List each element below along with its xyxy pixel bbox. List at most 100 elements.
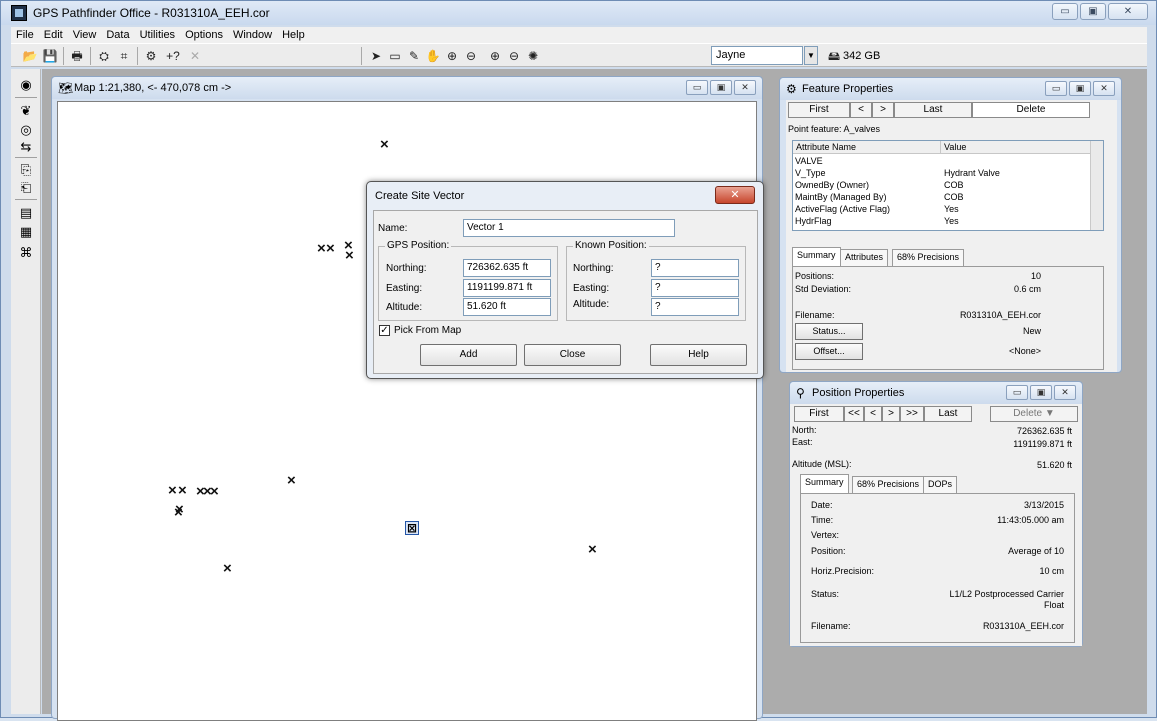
last-button[interactable]: Last	[894, 102, 972, 118]
maximize-button[interactable]: ▣	[1069, 81, 1091, 96]
zoom-extent-icon[interactable]: ⊕	[486, 47, 504, 65]
measure-icon[interactable]: ▭	[386, 47, 404, 65]
menu-edit[interactable]: Edit	[39, 27, 68, 43]
dialog-close-button[interactable]: ✕	[715, 186, 755, 204]
context-help-icon[interactable]: +?	[162, 47, 184, 65]
menu-window[interactable]: Window	[228, 27, 277, 43]
gps-northing-field[interactable]: 726362.635 ft	[463, 259, 551, 277]
maximize-button[interactable]: ▣	[710, 80, 732, 95]
known-easting-field[interactable]: ?	[651, 279, 739, 297]
menu-options[interactable]: Options	[180, 27, 228, 43]
map-feature-marker[interactable]: ×	[223, 561, 232, 576]
differential-icon[interactable]: ❦	[17, 103, 35, 119]
position-label: Position:	[811, 546, 846, 556]
map-feature-marker[interactable]: ×	[178, 483, 187, 498]
chevron-down-icon[interactable]: ▼	[804, 46, 818, 65]
print-icon[interactable]: 🖶	[68, 47, 86, 65]
first-button[interactable]: First	[794, 406, 844, 422]
tab-dops[interactable]: DOPs	[923, 476, 958, 493]
column-header-attribute[interactable]: Attribute Name	[793, 141, 941, 154]
tab-summary[interactable]: Summary	[800, 474, 849, 493]
next-button[interactable]: >	[872, 102, 894, 118]
offset-button[interactable]: Offset...	[795, 343, 863, 360]
last-button[interactable]: Last	[924, 406, 972, 422]
previous-button[interactable]: <	[850, 102, 872, 118]
menu-view[interactable]: View	[68, 27, 102, 43]
column-header-value[interactable]: Value	[941, 141, 1092, 154]
pick-from-map-label: Pick From Map	[394, 325, 462, 336]
open-folder-icon[interactable]: 📂	[21, 47, 39, 65]
zoom-previous-icon[interactable]: ⊖	[505, 47, 523, 65]
maximize-button[interactable]: ▣	[1030, 385, 1052, 400]
close-button[interactable]: ✕	[1108, 3, 1148, 20]
tab-precisions[interactable]: 68% Precisions	[852, 476, 925, 493]
export-icon[interactable]: ⎘	[17, 162, 35, 178]
pencil-icon[interactable]: ✎	[405, 47, 423, 65]
add-button[interactable]: Add	[420, 344, 517, 366]
chevron-down-icon: ▼	[1044, 408, 1055, 419]
properties-icon[interactable]: ▦	[17, 224, 35, 240]
menu-data[interactable]: Data	[101, 27, 134, 43]
data-transfer-icon[interactable]: ⇆	[17, 139, 35, 155]
status-button[interactable]: Status...	[795, 323, 863, 340]
tab-summary[interactable]: Summary	[792, 247, 841, 266]
map-feature-marker[interactable]: ×	[168, 483, 177, 498]
map-feature-marker[interactable]: ×	[317, 241, 326, 256]
pick-from-map-checkbox[interactable]: ✓	[379, 325, 390, 336]
known-altitude-field[interactable]: ?	[651, 298, 739, 316]
next-button[interactable]: >	[882, 406, 900, 422]
map-feature-marker[interactable]: ×	[345, 248, 354, 263]
selected-feature-marker[interactable]: ⊠	[405, 521, 419, 535]
minimize-button[interactable]: ▭	[1045, 81, 1067, 96]
close-button[interactable]: ✕	[734, 80, 756, 95]
user-select[interactable]: Jayne	[711, 46, 803, 65]
close-button[interactable]: ✕	[1054, 385, 1076, 400]
menu-help[interactable]: Help	[277, 27, 310, 43]
close-button[interactable]: ✕	[1093, 81, 1115, 96]
attribute-name: V_Type	[795, 168, 826, 178]
zoom-out-icon[interactable]: ⊖	[462, 47, 480, 65]
map-window-controls: ▭ ▣ ✕	[686, 80, 756, 95]
map-feature-marker[interactable]: ×	[326, 241, 335, 256]
known-northing-field[interactable]: ?	[651, 259, 739, 277]
first-button[interactable]: First	[788, 102, 850, 118]
map-feature-marker[interactable]: ×	[287, 473, 296, 488]
network-icon[interactable]: ⌘	[17, 245, 35, 261]
gps-easting-field[interactable]: 1191199.871 ft	[463, 279, 551, 297]
previous-page-button[interactable]: <<	[844, 406, 864, 422]
feature-icon[interactable]: ⚙	[142, 47, 160, 65]
gps-icon[interactable]: ◉	[17, 77, 35, 93]
save-icon[interactable]: 💾	[41, 47, 59, 65]
zoom-in-icon[interactable]: ⊕	[443, 47, 461, 65]
maximize-button[interactable]: ▣	[1080, 3, 1106, 20]
map-feature-marker[interactable]: ×	[588, 542, 597, 557]
delete-dropdown[interactable]: Delete ▼	[990, 406, 1078, 422]
map-feature-marker[interactable]: ×	[210, 484, 219, 499]
zoom-window-icon[interactable]: ✺	[524, 47, 542, 65]
map-feature-marker[interactable]: ×	[380, 137, 389, 152]
data-dictionary-icon[interactable]: ▤	[17, 205, 35, 221]
menu-file[interactable]: File	[11, 27, 39, 43]
minimize-button[interactable]: ▭	[686, 80, 708, 95]
next-page-button[interactable]: >>	[900, 406, 924, 422]
attribute-scrollbar[interactable]	[1090, 141, 1103, 230]
close-dialog-button[interactable]: Close	[524, 344, 621, 366]
minimize-button[interactable]: ▭	[1006, 385, 1028, 400]
import-icon[interactable]: ⎗	[17, 180, 35, 196]
select-arrow-icon[interactable]: ➤	[367, 47, 385, 65]
tab-attributes[interactable]: Attributes	[840, 249, 889, 266]
delete-button[interactable]: Delete	[972, 102, 1090, 118]
position-properties-icon: ⚲	[796, 386, 805, 400]
layers-icon[interactable]: ⛭	[95, 47, 113, 65]
menu-utilities[interactable]: Utilities	[135, 27, 180, 43]
grid-icon[interactable]: ⌗	[115, 47, 133, 65]
gps-altitude-field[interactable]: 51.620 ft	[463, 298, 551, 316]
help-button[interactable]: Help	[650, 344, 747, 366]
minimize-button[interactable]: ▭	[1052, 3, 1078, 20]
map-feature-marker[interactable]: ×	[175, 502, 184, 517]
previous-button[interactable]: <	[864, 406, 882, 422]
pan-hand-icon[interactable]: ✋	[424, 47, 442, 65]
name-field[interactable]: Vector 1	[463, 219, 675, 237]
tab-precisions[interactable]: 68% Precisions	[892, 249, 965, 266]
target-icon[interactable]: ◎	[17, 122, 35, 138]
